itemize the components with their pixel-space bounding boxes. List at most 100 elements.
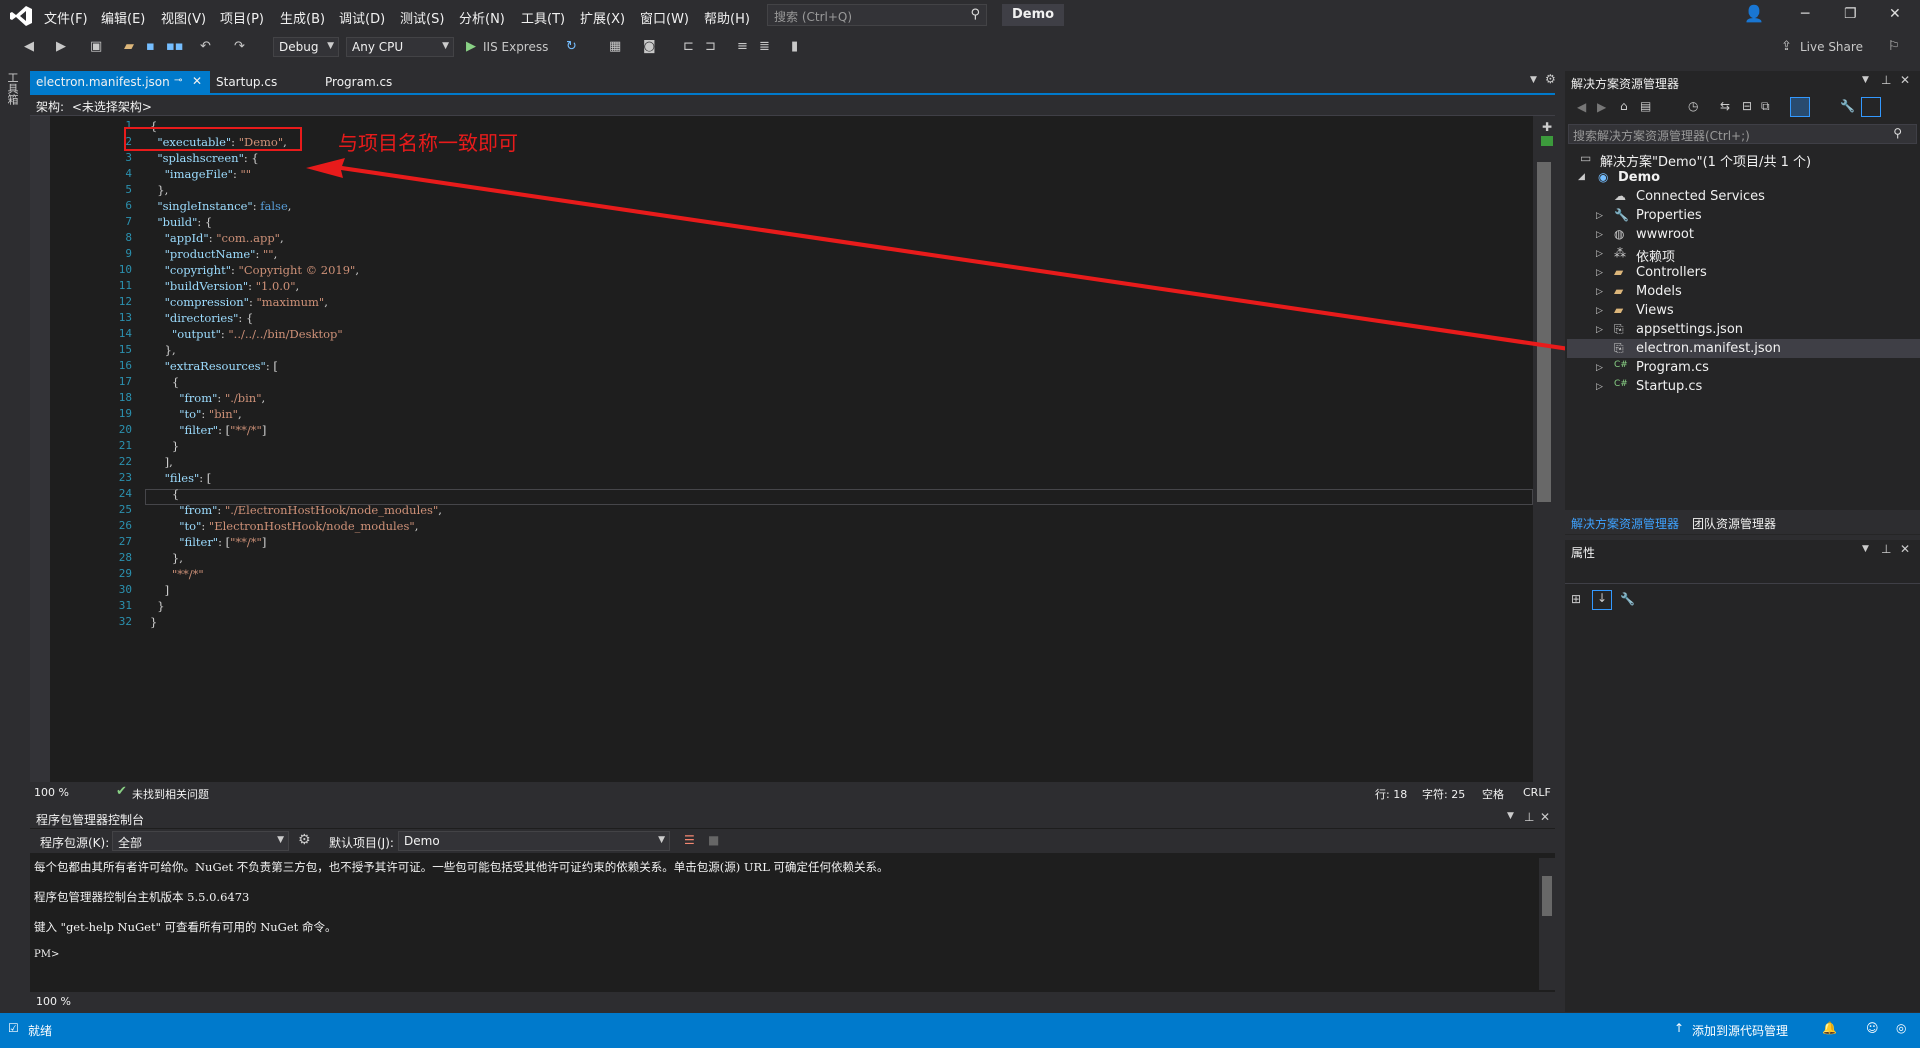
- property-pages-wrench-icon[interactable]: 🔧: [1620, 592, 1635, 606]
- expand-arrow-icon[interactable]: ◢: [1578, 172, 1585, 182]
- undo-icon[interactable]: ↶: [200, 39, 211, 54]
- search-input[interactable]: 搜索 (Ctrl+Q) ⚲: [767, 4, 987, 26]
- expand-arrow-icon[interactable]: ▷: [1596, 287, 1603, 297]
- pmc-scrollbar-thumb[interactable]: [1542, 876, 1552, 916]
- collapse-all-icon[interactable]: ⊟: [1742, 99, 1752, 113]
- close-panel-icon[interactable]: ✕: [1540, 810, 1550, 824]
- close-panel-icon[interactable]: ✕: [1900, 542, 1910, 556]
- tree-item[interactable]: wwwroot: [1636, 227, 1694, 242]
- account-icon[interactable]: 👤: [1744, 4, 1764, 23]
- pmc-zoom-level[interactable]: 100 %: [36, 995, 71, 1008]
- toolbar-icon-a[interactable]: ⊏: [683, 39, 694, 54]
- tab-startup[interactable]: Startup.cs: [210, 71, 283, 93]
- preview-icon[interactable]: [1861, 97, 1881, 117]
- tab-team-explorer[interactable]: 团队资源管理器: [1692, 515, 1776, 532]
- outdent-icon[interactable]: ≣: [759, 39, 770, 54]
- settings-gear-icon[interactable]: ⚙: [1545, 72, 1556, 86]
- line-ending-status[interactable]: CRLF: [1523, 786, 1551, 799]
- expand-arrow-icon[interactable]: ▷: [1596, 363, 1603, 373]
- save-icon[interactable]: ▪: [146, 39, 155, 54]
- object-selector[interactable]: [1565, 564, 1920, 584]
- forward-icon[interactable]: ▶: [1597, 100, 1606, 114]
- panel-menu-icon[interactable]: ▼: [1507, 811, 1514, 821]
- save-all-icon[interactable]: ▪▪: [166, 39, 184, 54]
- live-share-icon[interactable]: ⇪: [1781, 39, 1792, 54]
- new-project-icon[interactable]: ▣: [90, 39, 102, 54]
- default-project-select[interactable]: Demo ▼: [398, 831, 670, 851]
- clear-console-icon[interactable]: ☰: [684, 833, 695, 847]
- feedback-icon[interactable]: ⚐: [1888, 39, 1900, 54]
- redo-icon[interactable]: ↷: [234, 39, 245, 54]
- refresh-icon[interactable]: ↻: [566, 39, 577, 54]
- sync-icon[interactable]: ⇆: [1720, 99, 1730, 113]
- power-icon[interactable]: ◎: [1896, 1021, 1906, 1035]
- tree-item[interactable]: Properties: [1636, 208, 1702, 223]
- expand-arrow-icon[interactable]: ▷: [1596, 211, 1603, 221]
- expand-arrow-icon[interactable]: ▷: [1596, 306, 1603, 316]
- toolbar-icon-b[interactable]: ⊐: [705, 39, 716, 54]
- close-tab-icon[interactable]: ✕: [192, 74, 202, 88]
- feedback-smile-icon[interactable]: ☺: [1866, 1021, 1879, 1035]
- categorized-icon[interactable]: ⊞: [1571, 592, 1581, 606]
- tree-item[interactable]: Controllers: [1636, 265, 1707, 280]
- show-all-files-icon[interactable]: ⧉: [1761, 99, 1770, 114]
- tree-item[interactable]: Views: [1636, 303, 1674, 318]
- close-panel-icon[interactable]: ✕: [1900, 73, 1910, 87]
- run-icon[interactable]: ▶: [466, 39, 476, 54]
- menu-extensions[interactable]: 扩展(X): [580, 8, 625, 27]
- menu-project[interactable]: 项目(P): [220, 8, 264, 27]
- project-node[interactable]: Demo: [1618, 170, 1660, 185]
- back-icon[interactable]: ◀: [24, 39, 34, 54]
- back-icon[interactable]: ◀: [1577, 100, 1586, 114]
- menu-tools[interactable]: 工具(T): [521, 8, 565, 27]
- menu-edit[interactable]: 编辑(E): [101, 8, 145, 27]
- menu-build[interactable]: 生成(B): [280, 8, 325, 27]
- stop-icon[interactable]: ■: [708, 833, 719, 847]
- tree-item[interactable]: Connected Services: [1636, 189, 1765, 204]
- issues-status[interactable]: 未找到相关问题: [132, 786, 209, 802]
- expand-arrow-icon[interactable]: ▷: [1596, 268, 1603, 278]
- pin-icon[interactable]: ⊥: [1881, 542, 1891, 556]
- pin-icon[interactable]: ⊥: [1881, 73, 1891, 87]
- tree-item[interactable]: Models: [1636, 284, 1682, 299]
- alphabetical-icon[interactable]: ↓: [1592, 590, 1612, 610]
- tree-item[interactable]: appsettings.json: [1636, 322, 1743, 337]
- tree-item[interactable]: Startup.cs: [1636, 379, 1702, 394]
- toolbox-tab[interactable]: 工具箱: [6, 72, 20, 105]
- configuration-select[interactable]: Debug ▼: [273, 37, 339, 57]
- pmc-scrollbar[interactable]: [1539, 858, 1555, 990]
- pending-changes-icon[interactable]: ◷: [1688, 99, 1698, 113]
- pin-icon[interactable]: ⊥: [1524, 810, 1534, 824]
- platform-select[interactable]: Any CPU ▼: [346, 37, 454, 57]
- expand-arrow-icon[interactable]: ▷: [1596, 382, 1603, 392]
- home-icon[interactable]: ⌂: [1620, 99, 1628, 113]
- tab-electron-manifest[interactable]: electron.manifest.json ⊸ ✕: [30, 71, 210, 93]
- editor-scrollbar-thumb[interactable]: [1537, 162, 1551, 502]
- solution-node[interactable]: 解决方案"Demo"(1 个项目/共 1 个): [1600, 151, 1811, 170]
- indent-icon[interactable]: ≡: [737, 39, 748, 54]
- expand-arrow-icon[interactable]: ▷: [1596, 325, 1603, 335]
- browser-link-icon[interactable]: ▦: [609, 39, 621, 54]
- restore-button[interactable]: ❐: [1844, 6, 1857, 22]
- zoom-level[interactable]: 100 %: [34, 786, 69, 799]
- menu-debug[interactable]: 调试(D): [339, 8, 385, 27]
- forward-icon[interactable]: ▶: [56, 39, 66, 54]
- bookmark-icon[interactable]: ▮: [791, 39, 798, 54]
- code-editor[interactable]: 1{2 "executable": "Demo", 3 "splashscreen…: [30, 116, 1533, 782]
- menu-window[interactable]: 窗口(W): [640, 8, 689, 27]
- pin-icon[interactable]: ⊸: [174, 75, 182, 86]
- expand-arrow-icon[interactable]: ▷: [1596, 249, 1603, 259]
- settings-gear-icon[interactable]: ⚙: [298, 832, 311, 848]
- open-folder-icon[interactable]: ▰: [124, 39, 134, 54]
- tree-item[interactable]: 依赖项: [1636, 246, 1675, 265]
- live-share-button[interactable]: Live Share: [1800, 40, 1863, 54]
- add-to-source-control[interactable]: 添加到源代码管理: [1692, 1022, 1788, 1039]
- menu-file[interactable]: 文件(F): [44, 8, 88, 27]
- panel-menu-icon[interactable]: ▼: [1862, 75, 1869, 85]
- notifications-icon[interactable]: 🔔: [1822, 1021, 1837, 1035]
- schema-nav-bar[interactable]: 架构: <未选择架构>: [30, 96, 1555, 116]
- properties-wrench-icon[interactable]: 🔧: [1840, 99, 1855, 113]
- pmc-prompt[interactable]: PM>: [34, 949, 59, 960]
- filter-icon[interactable]: [1790, 97, 1810, 117]
- menu-test[interactable]: 测试(S): [400, 8, 444, 27]
